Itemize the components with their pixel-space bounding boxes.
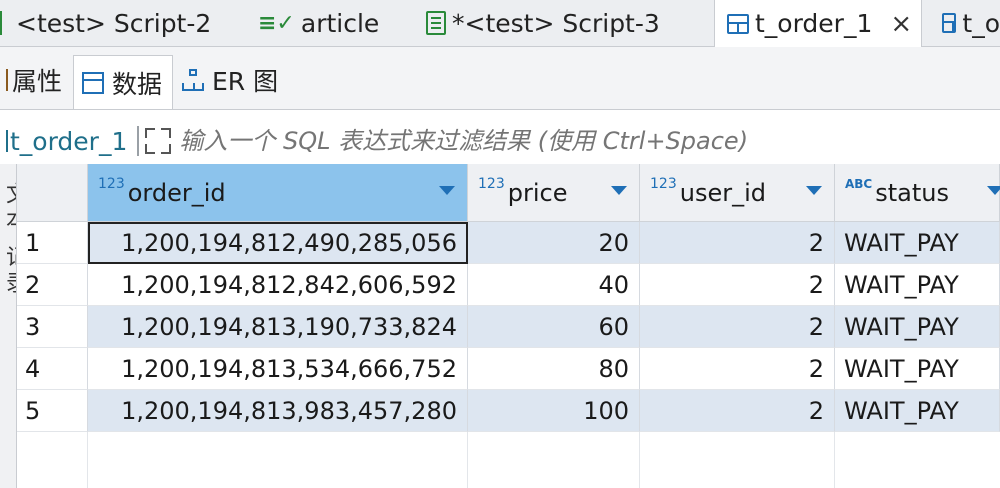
- tab-label: ER 图: [212, 67, 279, 96]
- filter-input[interactable]: [179, 127, 820, 155]
- column-header-user-id[interactable]: 123 user_id: [640, 164, 835, 222]
- numeric-type-icon: 123: [650, 175, 677, 192]
- numeric-type-icon: 123: [478, 175, 505, 192]
- cell-price[interactable]: 100: [468, 390, 640, 432]
- cell-user-id[interactable]: 2: [640, 306, 835, 348]
- tab-script-3[interactable]: *<test> Script-3: [426, 0, 696, 46]
- table-icon: [727, 13, 749, 34]
- cell-user-id[interactable]: 2: [640, 390, 835, 432]
- cell-status[interactable]: WAIT_PAY: [835, 348, 1000, 390]
- tab-label: article: [300, 8, 380, 38]
- tab-properties[interactable]: 属性: [0, 55, 72, 105]
- tab-script-2[interactable]: <test> Script-2: [0, 0, 240, 46]
- cell-user-id[interactable]: 2: [640, 348, 835, 390]
- tab-label: t_order_1: [755, 9, 873, 38]
- tab-label: 数据: [112, 69, 163, 99]
- side-strip-label: 文本 记录: [2, 182, 17, 297]
- tab-t-order-1[interactable]: t_order_1 ×: [714, 0, 922, 47]
- text-type-icon: ABC: [845, 176, 873, 191]
- sort-arrow-icon[interactable]: [806, 186, 822, 195]
- tab-label: t_o: [962, 8, 1000, 38]
- tab-er-diagram[interactable]: ER 图: [180, 55, 290, 105]
- column-name: user_id: [679, 178, 766, 207]
- grid-empty-area[interactable]: [17, 432, 1000, 488]
- sort-arrow-icon[interactable]: [611, 186, 627, 195]
- cell-order-id[interactable]: 1,200,194,812,842,606,592: [88, 264, 468, 306]
- column-name: price: [507, 178, 568, 207]
- row-number[interactable]: 5: [17, 390, 88, 432]
- properties-icon: [0, 69, 8, 91]
- empty-column: [468, 432, 640, 488]
- cell-order-id[interactable]: 1,200,194,812,490,285,056: [88, 222, 468, 264]
- table-row[interactable]: 1 1,200,194,812,490,285,056 20 2 WAIT_PA…: [17, 222, 1000, 264]
- cell-user-id[interactable]: 2: [640, 222, 835, 264]
- cell-user-id[interactable]: 2: [640, 264, 835, 306]
- script-icon: [426, 11, 446, 35]
- cell-status[interactable]: WAIT_PAY: [835, 222, 1000, 264]
- column-header-status[interactable]: ABC status: [835, 164, 1000, 222]
- empty-column: [17, 432, 88, 488]
- filter-table-name: t_order_1: [10, 126, 128, 156]
- column-header-price[interactable]: 123 price: [468, 164, 640, 222]
- cell-price[interactable]: 20: [468, 222, 640, 264]
- results-grid: 123 order_id 123 price 123 user_id ABC s…: [17, 164, 1000, 488]
- tab-label: *<test> Script-3: [452, 8, 660, 38]
- cell-price[interactable]: 40: [468, 264, 640, 306]
- sort-arrow-icon[interactable]: [439, 186, 455, 195]
- table-row[interactable]: 2 1,200,194,812,842,606,592 40 2 WAIT_PA…: [17, 264, 1000, 306]
- tab-article[interactable]: ≡✓ article: [258, 0, 408, 46]
- empty-column: [88, 432, 468, 488]
- empty-column: [640, 432, 835, 488]
- table-icon: [0, 130, 8, 152]
- filter-bar: t_order_1: [0, 118, 1000, 164]
- editor-sub-tab-bar: 属性 数据 ER 图: [0, 47, 1000, 110]
- expand-icon[interactable]: [145, 128, 172, 154]
- cell-status[interactable]: WAIT_PAY: [835, 264, 1000, 306]
- cell-order-id[interactable]: 1,200,194,813,190,733,824: [88, 306, 468, 348]
- row-number[interactable]: 4: [17, 348, 88, 390]
- tab-data[interactable]: 数据: [73, 55, 173, 109]
- script-icon: [0, 11, 10, 35]
- row-number[interactable]: 2: [17, 264, 88, 306]
- side-panel-strip[interactable]: 文本 记录: [0, 164, 17, 488]
- column-header-order-id[interactable]: 123 order_id: [88, 164, 468, 222]
- row-number[interactable]: 1: [17, 222, 88, 264]
- cell-order-id[interactable]: 1,200,194,813,983,457,280: [88, 390, 468, 432]
- table-row[interactable]: 4 1,200,194,813,534,666,752 80 2 WAIT_PA…: [17, 348, 1000, 390]
- column-name: order_id: [127, 178, 226, 207]
- column-name: status: [875, 178, 949, 207]
- numeric-key-type-icon: 123: [98, 175, 125, 192]
- grid-corner[interactable]: [17, 164, 88, 222]
- editor-tab-bar: <test> Script-2 ≡✓ article *<test> Scrip…: [0, 0, 1000, 47]
- data-icon: [82, 71, 104, 94]
- sort-arrow-icon[interactable]: [987, 186, 1000, 195]
- cell-order-id[interactable]: 1,200,194,813,534,666,752: [88, 348, 468, 390]
- cell-price[interactable]: 80: [468, 348, 640, 390]
- tab-label: <test> Script-2: [16, 8, 212, 38]
- tab-label: 属性: [12, 67, 63, 96]
- row-number[interactable]: 3: [17, 306, 88, 348]
- cell-status[interactable]: WAIT_PAY: [835, 306, 1000, 348]
- table-icon: [942, 13, 957, 33]
- er-diagram-icon: [182, 69, 204, 91]
- cell-status[interactable]: WAIT_PAY: [835, 390, 1000, 432]
- cell-price[interactable]: 60: [468, 306, 640, 348]
- filter-divider: [137, 126, 140, 156]
- article-icon: ≡✓: [258, 10, 295, 36]
- close-icon[interactable]: ×: [890, 9, 912, 39]
- table-row[interactable]: 5 1,200,194,813,983,457,280 100 2 WAIT_P…: [17, 390, 1000, 432]
- tab-t-o[interactable]: t_o: [934, 0, 1000, 46]
- table-row[interactable]: 3 1,200,194,813,190,733,824 60 2 WAIT_PA…: [17, 306, 1000, 348]
